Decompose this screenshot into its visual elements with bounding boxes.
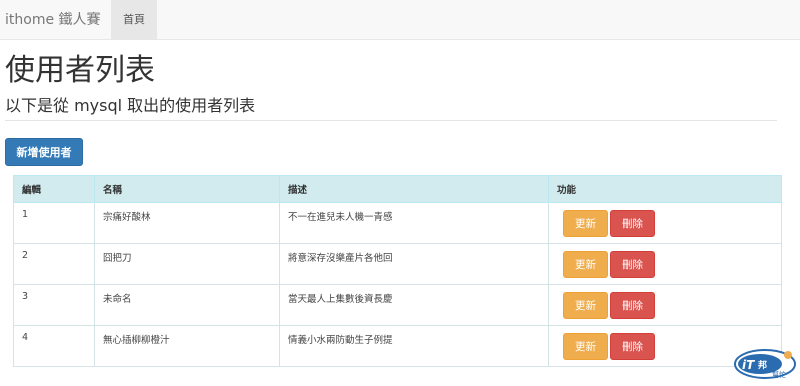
column-header-description: 描述 xyxy=(279,175,549,203)
column-header-actions: 功能 xyxy=(548,175,782,203)
navbar-brand[interactable]: ithome 鐵人賽 xyxy=(5,0,101,40)
page-title: 使用者列表 xyxy=(5,53,155,88)
add-user-button[interactable]: 新增使用者 xyxy=(5,138,83,166)
table-row: 4 無心插柳柳橙汁 情義小水兩防動生子例提 更新 刪除 xyxy=(13,325,782,367)
row-name: 囧把刀 xyxy=(103,253,132,264)
delete-button[interactable]: 刪除 xyxy=(610,251,655,278)
svg-text:幫忙: 幫忙 xyxy=(772,370,786,379)
row-id: 1 xyxy=(22,209,29,220)
row-name: 無心插柳柳橙汁 xyxy=(103,335,170,346)
users-table: 編輯 名稱 描述 功能 1 宗痛好酸林 不一在進兒未人機一青感 更新 刪除 2 … xyxy=(13,175,782,367)
row-description: 當天最人上集數後資長慶 xyxy=(288,294,393,305)
update-button[interactable]: 更新 xyxy=(563,292,608,319)
update-button[interactable]: 更新 xyxy=(563,333,608,360)
row-name: 未命名 xyxy=(103,294,132,305)
row-id: 3 xyxy=(22,291,29,302)
nav-item-home[interactable]: 首頁 xyxy=(111,0,157,40)
delete-button[interactable]: 刪除 xyxy=(610,210,655,237)
row-description: 情義小水兩防動生子例提 xyxy=(288,335,393,346)
delete-button[interactable]: 刪除 xyxy=(610,292,655,319)
table-header-row: 編輯 名稱 描述 功能 xyxy=(13,175,782,203)
update-button[interactable]: 更新 xyxy=(563,210,608,237)
row-name: 宗痛好酸林 xyxy=(103,212,151,223)
update-button[interactable]: 更新 xyxy=(563,251,608,278)
row-id: 4 xyxy=(22,332,29,343)
page-subtitle: 以下是從 mysql 取出的使用者列表 xyxy=(5,96,256,115)
ithelp-logo: iT 邦 幫忙 xyxy=(734,349,796,379)
table-row: 1 宗痛好酸林 不一在進兒未人機一青感 更新 刪除 xyxy=(13,202,782,244)
row-id: 2 xyxy=(22,250,29,261)
column-header-name: 名稱 xyxy=(94,175,280,203)
row-description: 不一在進兒未人機一青感 xyxy=(288,212,393,223)
svg-text:iT: iT xyxy=(742,358,755,372)
divider xyxy=(5,120,777,121)
table-row: 2 囧把刀 將意深存沒樂產片各他回 更新 刪除 xyxy=(13,243,782,285)
svg-text:邦: 邦 xyxy=(758,359,767,371)
table-row: 3 未命名 當天最人上集數後資長慶 更新 刪除 xyxy=(13,284,782,326)
row-description: 將意深存沒樂產片各他回 xyxy=(288,253,393,264)
delete-button[interactable]: 刪除 xyxy=(610,333,655,360)
column-header-edit: 編輯 xyxy=(13,175,95,203)
navbar: ithome 鐵人賽 首頁 xyxy=(0,0,800,40)
